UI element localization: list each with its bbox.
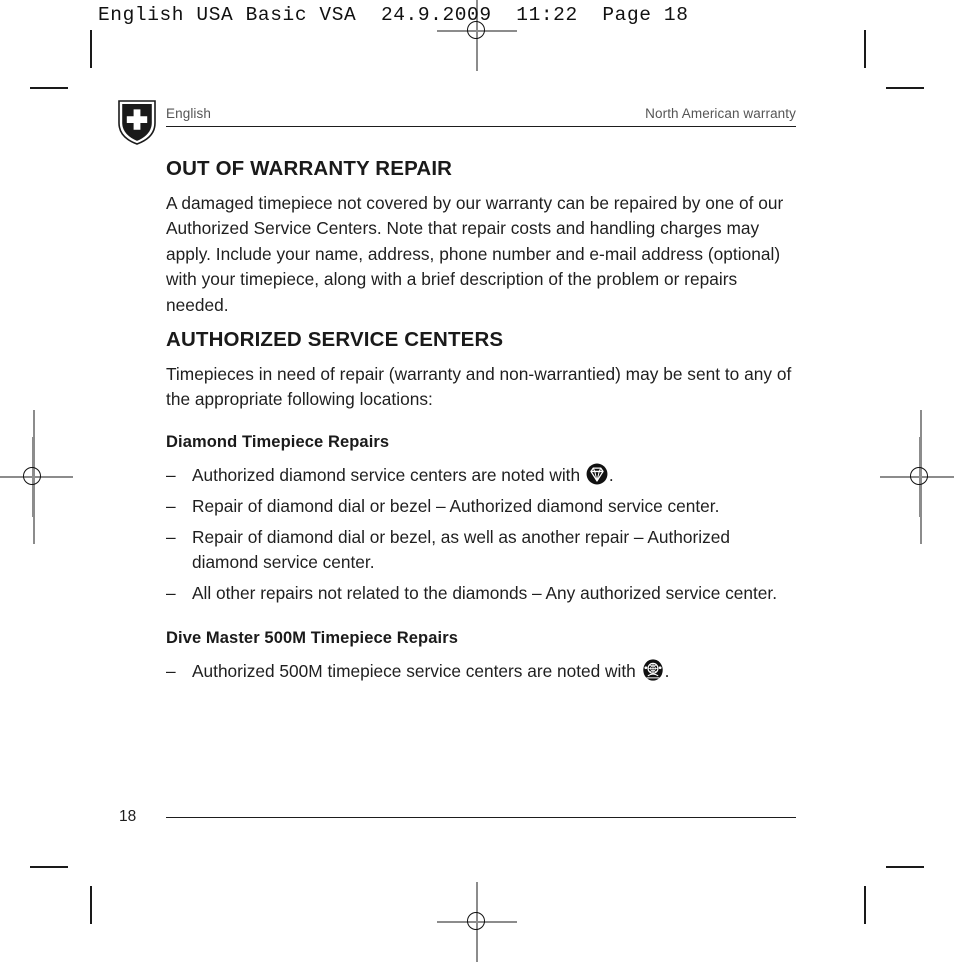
list-item: – All other repairs not related to the d… [166, 581, 798, 606]
victorinox-shield-icon [116, 99, 158, 145]
list-item: – Repair of diamond dial or bezel, as we… [166, 525, 798, 576]
document-page: English North American warranty OUT OF W… [0, 0, 954, 954]
bullet-text: Repair of diamond dial or bezel – Author… [192, 496, 720, 516]
section-out-of-warranty-repair-body: A damaged timepiece not covered by our w… [166, 191, 798, 318]
bullet-dash: – [166, 465, 176, 485]
section-authorized-service-centers: AUTHORIZED SERVICE CENTERS [166, 328, 798, 352]
section-heading: AUTHORIZED SERVICE CENTERS [166, 328, 504, 351]
bullet-dash: – [166, 661, 176, 681]
running-head-rule [166, 126, 796, 128]
dive-helmet-badge-icon [642, 659, 664, 688]
bullet-text-after: . [664, 661, 670, 681]
list-item: – Authorized 500M timepiece service cent… [166, 659, 798, 688]
running-head: English North American warranty [166, 106, 796, 128]
bullet-text: All other repairs not related to the dia… [192, 583, 778, 603]
list-item: – Repair of diamond dial or bezel – Auth… [166, 494, 798, 519]
running-head-right-label: North American warranty [645, 106, 796, 121]
bullet-dash: – [166, 496, 176, 516]
bullet-dash: – [166, 527, 176, 547]
bullet-dash: – [166, 583, 176, 603]
running-head-left-label: English [166, 106, 211, 121]
folio-rule [166, 817, 796, 819]
bullet-text-before: Authorized 500M timepiece service center… [192, 661, 641, 681]
subsection-heading: Diamond Timepiece Repairs [166, 433, 390, 451]
section-paragraph: Timepieces in need of repair (warranty a… [166, 364, 792, 410]
section-heading: OUT OF WARRANTY REPAIR [166, 157, 453, 180]
subsection-heading: Dive Master 500M Timepiece Repairs [166, 629, 458, 647]
bullet-text: Repair of diamond dial or bezel, as well… [192, 527, 730, 573]
section-authorized-service-centers-body: Timepieces in need of repair (warranty a… [166, 362, 798, 413]
bullet-text-before: Authorized diamond service centers are n… [192, 465, 585, 485]
section-out-of-warranty-repair: OUT OF WARRANTY REPAIR [166, 157, 798, 181]
section-paragraph: A damaged timepiece not covered by our w… [166, 193, 784, 315]
list-item: – Authorized diamond service centers are… [166, 463, 798, 492]
bullet-text: Authorized diamond service centers are n… [192, 463, 798, 492]
bullet-text-after: . [608, 465, 614, 485]
subsection-diamond-timepiece-repairs: Diamond Timepiece Repairs [166, 433, 798, 452]
page-number: 18 [119, 808, 137, 825]
subsection-dive-master-500m-timepiece-repairs: Dive Master 500M Timepiece Repairs [166, 629, 798, 648]
diamond-badge-icon [586, 463, 608, 492]
bullet-text: Authorized 500M timepiece service center… [192, 659, 798, 688]
